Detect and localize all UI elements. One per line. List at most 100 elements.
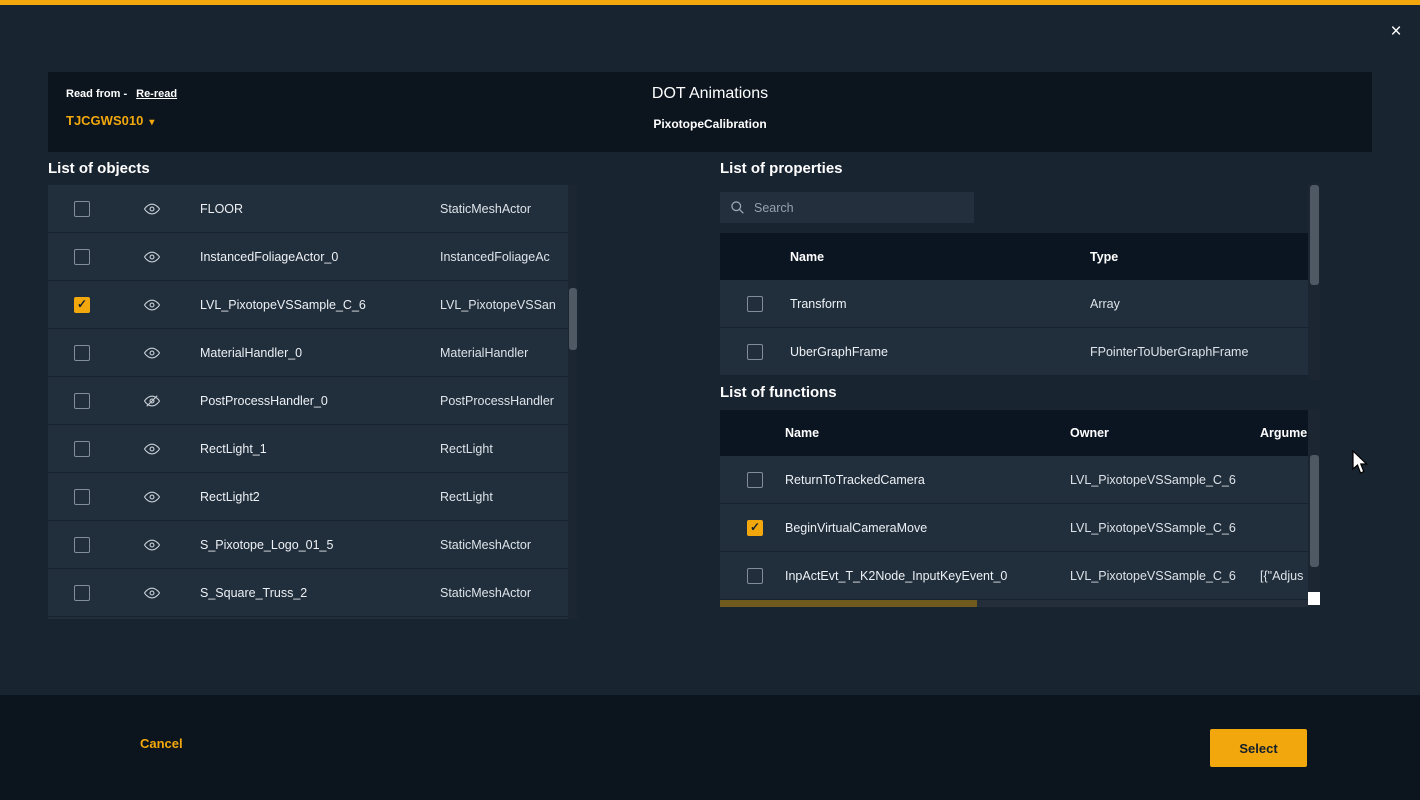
eye-visibility-icon[interactable] <box>143 296 161 314</box>
checkbox[interactable] <box>74 345 90 361</box>
object-type: PostProcessHandler <box>440 394 554 408</box>
object-name: InstancedFoliageActor_0 <box>200 250 440 264</box>
column-header-type: Type <box>1090 250 1118 264</box>
property-row[interactable]: Transform Array <box>720 280 1308 328</box>
checkbox[interactable] <box>747 344 763 360</box>
object-row[interactable]: FLOOR StaticMeshActor <box>48 185 578 233</box>
function-row[interactable]: BeginVirtualCameraMove LVL_PixotopeVSSam… <box>720 504 1308 552</box>
property-type: Array <box>1090 297 1120 311</box>
dialog-footer: Cancel Select <box>0 695 1420 800</box>
property-type: FPointerToUberGraphFrame <box>1090 345 1248 359</box>
property-name: UberGraphFrame <box>790 345 1090 359</box>
page-title: DOT Animations <box>48 85 1372 103</box>
eye-visibility-icon[interactable] <box>143 200 161 218</box>
object-name: LVL_PixotopeVSSample_C_6 <box>200 298 440 312</box>
dialog-header: Read from -Re-read TJCGWS010▾ DOT Animat… <box>48 72 1372 152</box>
functions-heading: List of functions <box>720 384 1320 401</box>
object-name: RectLight_1 <box>200 442 440 456</box>
checkbox[interactable] <box>74 585 90 601</box>
column-header-arguments: Arguments <box>1260 426 1308 440</box>
property-name: Transform <box>790 297 1090 311</box>
object-row[interactable]: RectLight_1 RectLight <box>48 425 578 473</box>
properties-panel: List of properties Name Type Transform A… <box>720 160 1320 384</box>
checkbox[interactable] <box>74 393 90 409</box>
column-header-name: Name <box>790 250 1090 264</box>
object-type: RectLight <box>440 442 493 456</box>
search-input[interactable] <box>754 201 954 215</box>
checkbox[interactable] <box>74 297 90 313</box>
checkbox[interactable] <box>74 537 90 553</box>
object-name: FLOOR <box>200 202 440 216</box>
eye-hidden-icon[interactable] <box>143 392 161 410</box>
objects-list: FLOOR StaticMeshActor InstancedFoliageAc… <box>48 185 578 619</box>
scrollbar-thumb[interactable] <box>1310 185 1319 285</box>
function-owner: LVL_PixotopeVSSample_C_6 <box>1070 569 1260 583</box>
top-accent-bar <box>0 0 1420 5</box>
functions-table: Name Owner Arguments ReturnToTrackedCame… <box>720 410 1308 600</box>
function-owner: LVL_PixotopeVSSample_C_6 <box>1070 521 1260 535</box>
object-name: RectLight2 <box>200 490 440 504</box>
scrollbar-thumb[interactable] <box>720 600 977 607</box>
object-row[interactable]: RectLight2 RectLight <box>48 473 578 521</box>
properties-table: Name Type Transform Array UberGraphFrame… <box>720 233 1308 376</box>
object-type: InstancedFoliageAc <box>440 250 550 264</box>
function-row[interactable]: ReturnToTrackedCamera LVL_PixotopeVSSamp… <box>720 456 1308 504</box>
checkbox[interactable] <box>74 249 90 265</box>
object-row[interactable]: PostProcessHandler_0 PostProcessHandler <box>48 377 578 425</box>
object-row[interactable]: LVL_PixotopeVSSample_C_6 LVL_PixotopeVSS… <box>48 281 578 329</box>
checkbox[interactable] <box>747 520 763 536</box>
functions-scrollbar[interactable] <box>1308 410 1320 592</box>
function-arguments: [{"Adjus <box>1260 569 1308 583</box>
object-name: PostProcessHandler_0 <box>200 394 440 408</box>
eye-visibility-icon[interactable] <box>143 584 161 602</box>
property-row[interactable]: UberGraphFrame FPointerToUberGraphFrame <box>720 328 1308 376</box>
function-name: BeginVirtualCameraMove <box>785 521 1070 535</box>
dialog-title-block: DOT Animations PixotopeCalibration <box>48 85 1372 131</box>
functions-table-header: Name Owner Arguments <box>720 410 1308 456</box>
select-button[interactable]: Select <box>1210 729 1307 767</box>
eye-visibility-icon[interactable] <box>143 344 161 362</box>
eye-visibility-icon[interactable] <box>143 248 161 266</box>
close-icon[interactable]: × <box>1386 22 1406 42</box>
object-type: StaticMeshActor <box>440 202 531 216</box>
checkbox[interactable] <box>74 441 90 457</box>
scrollbar-thumb[interactable] <box>1310 455 1319 567</box>
object-row[interactable]: S_Square_Truss_2 StaticMeshActor <box>48 569 578 617</box>
checkbox[interactable] <box>747 472 763 488</box>
functions-panel: List of functions Name Owner Arguments R… <box>720 384 1320 401</box>
object-name: S_Pixotope_Logo_01_5 <box>200 538 440 552</box>
search-icon <box>730 200 745 215</box>
cancel-button[interactable]: Cancel <box>140 736 183 751</box>
eye-visibility-icon[interactable] <box>143 440 161 458</box>
eye-visibility-icon[interactable] <box>143 536 161 554</box>
properties-scrollbar[interactable] <box>1308 183 1320 380</box>
object-row[interactable]: InstancedFoliageActor_0 InstancedFoliage… <box>48 233 578 281</box>
checkbox[interactable] <box>747 296 763 312</box>
properties-heading: List of properties <box>720 160 1320 177</box>
object-type: StaticMeshActor <box>440 586 531 600</box>
checkbox[interactable] <box>74 201 90 217</box>
function-row[interactable]: InpActEvt_T_K2Node_InputKeyEvent_0 LVL_P… <box>720 552 1308 600</box>
functions-horizontal-scrollbar[interactable] <box>720 600 1308 607</box>
object-row[interactable]: S_Pixotope_Logo_01_5 StaticMeshActor <box>48 521 578 569</box>
object-name: MaterialHandler_0 <box>200 346 440 360</box>
objects-panel: List of objects FLOOR StaticMeshActor In… <box>48 160 578 619</box>
checkbox[interactable] <box>74 489 90 505</box>
function-name: ReturnToTrackedCamera <box>785 473 1070 487</box>
object-type: LVL_PixotopeVSSan <box>440 298 556 312</box>
column-header-owner: Owner <box>1070 426 1260 440</box>
object-type: RectLight <box>440 490 493 504</box>
object-type: MaterialHandler <box>440 346 528 360</box>
function-owner: LVL_PixotopeVSSample_C_6 <box>1070 473 1260 487</box>
objects-heading: List of objects <box>48 160 578 177</box>
object-name: S_Square_Truss_2 <box>200 586 440 600</box>
properties-search[interactable] <box>720 192 974 223</box>
scrollbar-thumb[interactable] <box>569 288 577 350</box>
properties-table-header: Name Type <box>720 233 1308 280</box>
function-name: InpActEvt_T_K2Node_InputKeyEvent_0 <box>785 569 1070 583</box>
column-header-name: Name <box>785 426 1070 440</box>
checkbox[interactable] <box>747 568 763 584</box>
objects-scrollbar[interactable] <box>568 185 578 619</box>
eye-visibility-icon[interactable] <box>143 488 161 506</box>
object-row[interactable]: MaterialHandler_0 MaterialHandler <box>48 329 578 377</box>
